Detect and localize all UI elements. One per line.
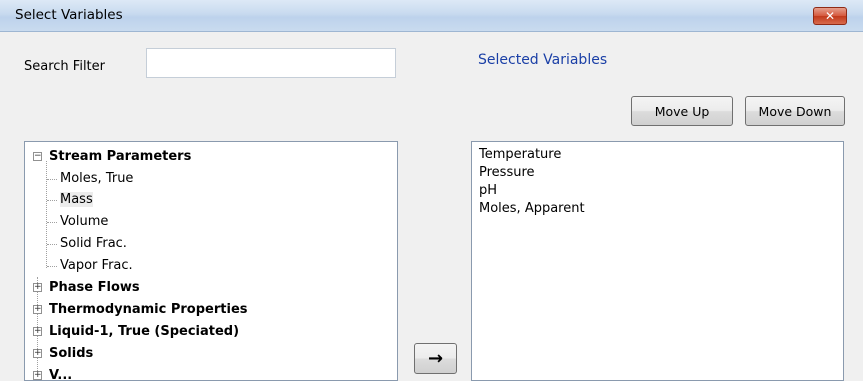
expand-icon[interactable]: + bbox=[33, 327, 42, 336]
tree-leaf-label: Mass bbox=[60, 192, 93, 207]
tree-node-label: Phase Flows bbox=[49, 280, 140, 295]
close-button[interactable]: ✕ bbox=[813, 7, 847, 25]
tree-node-label: V... bbox=[49, 368, 73, 381]
tree-leaf-label: Vapor Frac. bbox=[60, 258, 133, 273]
move-up-button[interactable]: Move Up bbox=[631, 96, 733, 126]
tree-node-label: Thermodynamic Properties bbox=[49, 302, 248, 317]
tree-connector bbox=[47, 244, 57, 245]
window-title: Select Variables bbox=[15, 7, 123, 23]
expand-icon[interactable]: + bbox=[33, 371, 42, 380]
expand-icon[interactable]: + bbox=[33, 283, 42, 292]
expand-icon[interactable]: + bbox=[33, 349, 42, 358]
tree-connector bbox=[47, 222, 57, 223]
selected-variables-list[interactable]: Temperature Pressure pH Moles, Apparent bbox=[471, 141, 844, 381]
list-item[interactable]: Temperature bbox=[479, 147, 561, 162]
close-icon: ✕ bbox=[824, 9, 836, 23]
list-item[interactable]: Moles, Apparent bbox=[479, 201, 585, 216]
tree-leaf-label: Moles, True bbox=[60, 171, 134, 186]
right-arrow-icon: → bbox=[427, 348, 444, 369]
tree-connector bbox=[47, 266, 57, 267]
tree-connector bbox=[47, 179, 57, 180]
variable-tree[interactable]: − Stream Parameters Moles, True Mass Vol… bbox=[24, 141, 398, 381]
list-item[interactable]: Pressure bbox=[479, 165, 535, 180]
collapse-icon[interactable]: − bbox=[33, 152, 42, 161]
expand-icon[interactable]: + bbox=[33, 305, 42, 314]
tree-node-label: Solids bbox=[49, 346, 94, 361]
tree-leaf-label: Solid Frac. bbox=[60, 236, 127, 251]
tree-leaf-label: Volume bbox=[60, 214, 109, 229]
move-down-button[interactable]: Move Down bbox=[745, 96, 845, 126]
search-filter-input[interactable] bbox=[146, 48, 396, 78]
title-bar: Select Variables ✕ bbox=[0, 0, 863, 32]
list-item[interactable]: pH bbox=[479, 183, 497, 198]
add-variable-button[interactable]: → bbox=[414, 343, 457, 374]
tree-guide-line bbox=[46, 161, 47, 268]
tree-connector bbox=[47, 200, 57, 201]
tree-node-label: Stream Parameters bbox=[49, 149, 192, 164]
tree-node-label: Liquid-1, True (Speciated) bbox=[49, 324, 240, 339]
selected-variables-heading: Selected Variables bbox=[478, 52, 608, 68]
search-filter-label: Search Filter bbox=[24, 59, 105, 74]
